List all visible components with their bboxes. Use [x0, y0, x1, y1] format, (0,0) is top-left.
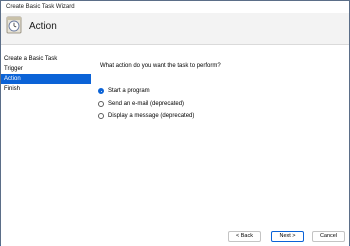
radio-display-message[interactable] — [98, 113, 104, 119]
task-clock-icon — [6, 16, 22, 34]
action-question: What action do you want the task to perf… — [100, 63, 221, 69]
back-button[interactable]: < Back — [228, 231, 261, 242]
step-create-basic-task[interactable]: Create a Basic Task — [1, 54, 91, 64]
step-action[interactable]: Action — [1, 74, 91, 84]
step-trigger[interactable]: Trigger — [1, 64, 91, 74]
radio-start-program[interactable] — [98, 88, 104, 94]
option-display-message[interactable]: Display a message (deprecated) — [98, 111, 194, 121]
wizard-footer: < Back Next > Cancel — [1, 229, 349, 245]
cancel-button[interactable]: Cancel — [312, 231, 345, 242]
title-bar: Create Basic Task Wizard — [1, 1, 349, 13]
wizard-steps-sidebar: Create a Basic Task Trigger Action Finis… — [1, 45, 91, 246]
wizard-window: Create Basic Task Wizard Action Create a… — [0, 0, 350, 246]
radio-send-email[interactable] — [98, 101, 104, 107]
window-title: Create Basic Task Wizard — [6, 4, 75, 10]
option-start-program[interactable]: Start a program — [98, 86, 150, 96]
page-title: Action — [29, 21, 57, 32]
option-label[interactable]: Send an e-mail (deprecated) — [108, 101, 184, 107]
wizard-content: What action do you want the task to perf… — [91, 45, 349, 246]
step-finish[interactable]: Finish — [1, 84, 91, 94]
option-label[interactable]: Display a message (deprecated) — [108, 113, 194, 119]
next-button[interactable]: Next > — [271, 231, 304, 242]
wizard-header: Action — [1, 13, 349, 45]
option-send-email[interactable]: Send an e-mail (deprecated) — [98, 99, 184, 109]
option-label[interactable]: Start a program — [108, 88, 150, 94]
